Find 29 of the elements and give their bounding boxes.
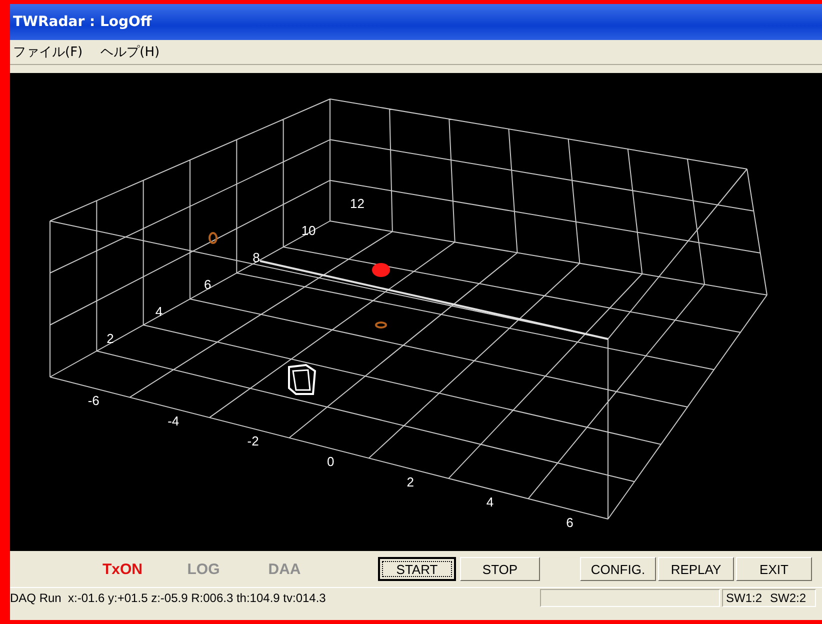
menu-item[interactable]: ファイル(F) bbox=[13, 43, 83, 61]
ring-marker bbox=[208, 232, 218, 244]
ring-marker bbox=[375, 322, 387, 328]
control-button[interactable]: CONFIG. bbox=[580, 557, 656, 581]
axis-label: -2 bbox=[247, 434, 259, 449]
status-text: DAQ Run x:-01.6 y:+01.5 z:-05.9 R:006.3 th:104.9 tv:014.3 bbox=[10, 591, 327, 605]
axis-label: 4 bbox=[155, 304, 163, 319]
indicator-label: LOG bbox=[186, 560, 221, 578]
axis-label: -4 bbox=[168, 413, 180, 428]
indicator-label: TxON bbox=[101, 560, 144, 578]
window-title: TWRadar : LogOff bbox=[13, 14, 152, 30]
axis-label: 12 bbox=[350, 196, 364, 211]
axis-label: -6 bbox=[88, 393, 100, 408]
control-button[interactable]: EXIT bbox=[736, 557, 812, 581]
control-button[interactable]: STOP bbox=[460, 557, 540, 581]
axis-label: 6 bbox=[204, 277, 212, 292]
target-marker bbox=[372, 263, 390, 277]
axis-label: 8 bbox=[252, 250, 260, 265]
switch-status: SW1:2 bbox=[726, 591, 762, 605]
axis-label: 2 bbox=[106, 331, 114, 346]
axis-label: 4 bbox=[486, 494, 494, 510]
menu-item[interactable]: ヘルプ(H) bbox=[100, 43, 160, 61]
axis-label: 2 bbox=[406, 474, 414, 490]
control-button[interactable]: REPLAY bbox=[658, 557, 734, 581]
control-button[interactable]: START bbox=[378, 557, 456, 581]
axis-label: 6 bbox=[566, 514, 574, 530]
switch-status: SW2:2 bbox=[770, 591, 806, 605]
axis-label: 0 bbox=[327, 454, 334, 469]
indicator-label: DAA bbox=[267, 560, 302, 578]
